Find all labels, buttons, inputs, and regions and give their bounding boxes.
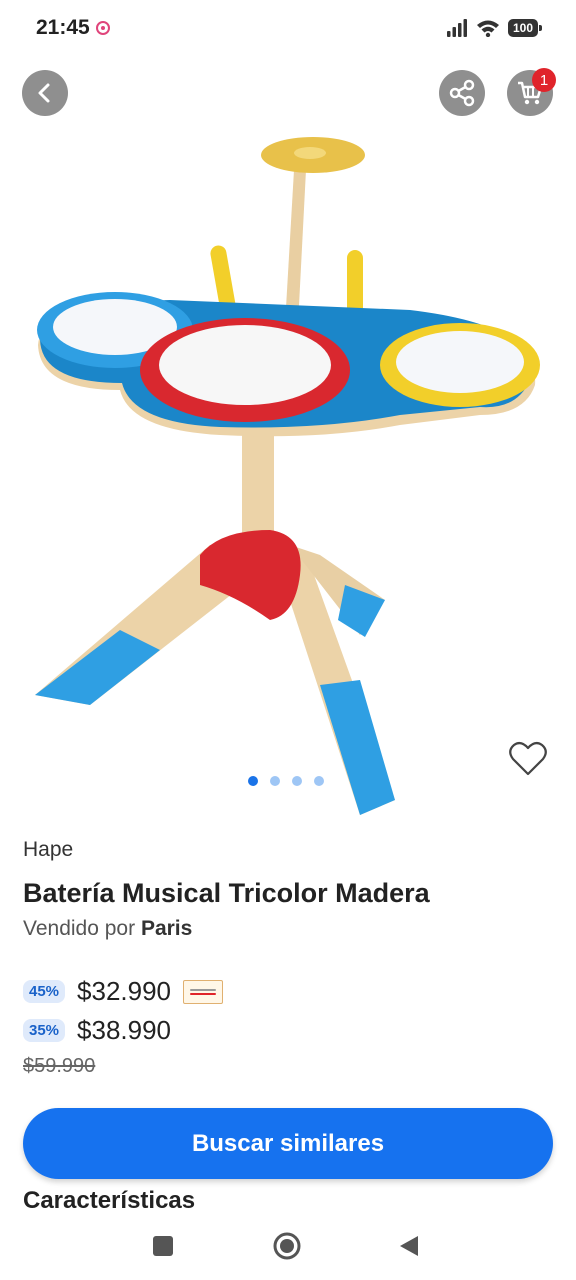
original-price: $59.990: [23, 1055, 96, 1077]
pagination-dot[interactable]: [248, 776, 258, 786]
status-bar: 21:45 100: [0, 0, 576, 56]
pagination-dot[interactable]: [314, 776, 324, 786]
recents-icon[interactable]: [153, 1236, 173, 1256]
status-icons: 100: [446, 17, 542, 39]
card-logo-icon: [183, 979, 224, 1004]
discount-badge: 45%: [23, 980, 66, 1003]
product-image[interactable]: [20, 125, 556, 820]
characteristics-heading[interactable]: Características: [23, 1187, 195, 1215]
home-icon[interactable]: [272, 1231, 302, 1261]
notification-icon: [96, 21, 110, 35]
chevron-left-icon: [38, 83, 50, 103]
cart-count-badge: 1: [532, 68, 556, 92]
search-similar-button[interactable]: Buscar similares: [23, 1108, 553, 1179]
product-brand[interactable]: Hape: [23, 838, 73, 862]
back-button[interactable]: [22, 70, 68, 116]
system-nav-bar: [0, 1222, 576, 1280]
favorite-heart-icon[interactable]: [508, 740, 548, 778]
price-row-internet: 35% $38.990: [23, 1015, 171, 1046]
pagination-dot[interactable]: [270, 776, 280, 786]
sold-by-label: Vendido por: [23, 917, 136, 940]
card-price: $32.990: [77, 976, 172, 1006]
price-row-card: 45% $32.990: [23, 976, 224, 1007]
discount-badge: 35%: [23, 1019, 66, 1042]
pagination-dot[interactable]: [292, 776, 302, 786]
back-triangle-icon[interactable]: [398, 1234, 420, 1258]
seller-name[interactable]: Paris: [141, 917, 192, 940]
signal-icon: [447, 19, 467, 37]
wifi-icon: [477, 20, 499, 37]
sold-by: Vendido por Paris: [23, 917, 192, 941]
product-title: Batería Musical Tricolor Madera: [23, 878, 430, 908]
battery-icon: 100: [508, 19, 542, 37]
share-button[interactable]: [439, 70, 485, 116]
share-icon: [449, 79, 475, 107]
image-pagination: [248, 776, 324, 786]
internet-price: $38.990: [77, 1015, 172, 1045]
status-time: 21:45: [36, 16, 90, 39]
